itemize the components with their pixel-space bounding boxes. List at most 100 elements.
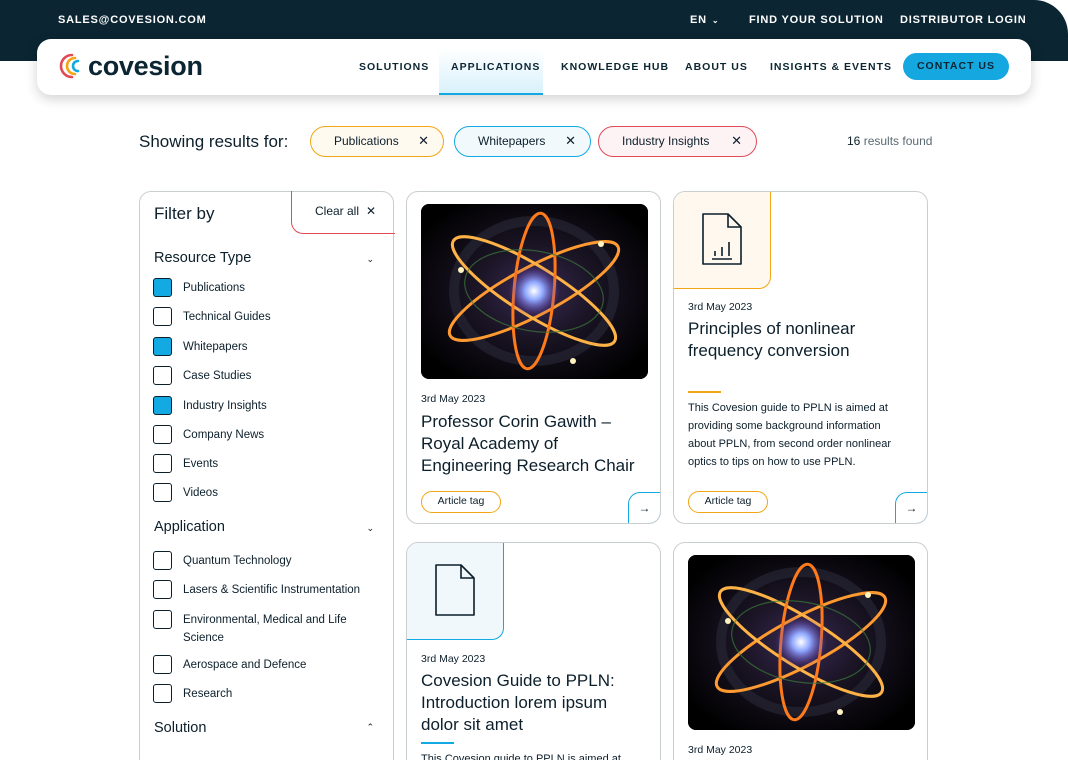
results-count-suffix: results found [863,134,933,148]
article-tag[interactable]: Article tag [688,491,768,513]
chevron-down-icon: ⌄ [711,16,720,25]
application-heading[interactable]: Application [154,519,225,535]
filter-chip-publications[interactable]: Publications ✕ [310,126,444,157]
accent-rule [421,742,454,744]
article-image [688,555,915,730]
chip-label: Whitepapers [478,134,546,148]
checkbox-industry-insights[interactable]: Industry Insights [153,396,267,415]
brand-name: covesion [88,50,203,81]
close-icon: ✕ [366,204,377,218]
checkbox-box[interactable] [153,551,172,570]
checkbox-events[interactable]: Events [153,454,218,473]
article-card[interactable]: 3rd May 2023 Professor Corin Gawith – Ro… [406,191,661,524]
showing-results-label: Showing results for: [139,132,289,151]
results-count: 16 results found [847,134,932,148]
chevron-down-icon[interactable]: ⌄ [366,254,374,265]
checkbox-box[interactable] [153,655,172,674]
arrow-right-icon[interactable]: → [895,492,927,523]
checkbox-environmental[interactable]: Environmental, Medical and Life Science [153,610,363,647]
results-count-number: 16 [847,134,861,148]
find-your-solution-link[interactable]: FIND YOUR SOLUTION [749,14,884,26]
article-title[interactable]: Principles of nonlinear frequency conver… [688,318,913,362]
atom-illustration [688,555,915,730]
checkbox-label: Technical Guides [183,311,271,323]
document-chart-icon [674,192,771,289]
checkbox-box[interactable] [153,684,172,703]
article-tag[interactable]: Article tag [421,491,501,513]
checkbox-research[interactable]: Research [153,684,232,703]
article-date: 3rd May 2023 [688,301,753,313]
article-card[interactable]: 3rd May 2023 Covesion Guide to PPLN: Int… [406,542,661,760]
checkbox-box[interactable] [153,278,172,297]
article-image [421,204,648,379]
checkbox-box[interactable] [153,307,172,326]
checkbox-label: Events [183,458,219,470]
checkbox-label: Company News [183,429,265,441]
solution-heading[interactable]: Solution [154,720,206,736]
checkbox-company-news[interactable]: Company News [153,425,264,444]
close-icon[interactable]: ✕ [418,127,429,155]
language-label: EN [690,14,707,26]
checkbox-label: Environmental, Medical and Life Science [183,614,347,644]
filter-panel: Filter by Clear all ✕ Resource Type ⌄ Pub… [139,191,395,760]
nav-solutions[interactable]: SOLUTIONS [359,61,429,73]
checkbox-box[interactable] [153,483,172,502]
filter-chip-whitepapers[interactable]: Whitepapers ✕ [454,126,591,157]
article-title[interactable]: Professor Corin Gawith – Royal Academy o… [421,411,646,477]
checkbox-label: Publications [183,282,246,294]
nav-applications[interactable]: APPLICATIONS [451,61,540,73]
nav-about-us[interactable]: ABOUT US [685,61,748,73]
checkbox-videos[interactable]: Videos [153,483,218,502]
article-card[interactable]: 3rd May 2023 [673,542,928,760]
article-date: 3rd May 2023 [688,744,753,756]
checkbox-aerospace[interactable]: Aerospace and Defence [153,655,306,674]
checkbox-box[interactable] [153,610,172,629]
accent-rule [688,391,721,393]
checkbox-box[interactable] [153,454,172,473]
filter-chip-industry-insights[interactable]: Industry Insights ✕ [598,126,757,157]
checkbox-label: Whitepapers [183,341,248,353]
language-selector[interactable]: EN ⌄ [690,14,719,26]
nav-knowledge-hub[interactable]: KNOWLEDGE HUB [561,61,669,73]
article-title[interactable]: Covesion Guide to PPLN: Introduction lor… [421,670,646,736]
checkbox-label: Quantum Technology [183,555,292,567]
atom-illustration [421,204,648,379]
checkbox-publications[interactable]: Publications [153,278,245,297]
checkbox-label: Research [183,688,233,700]
covesion-logo[interactable]: covesion [57,51,203,81]
checkbox-box[interactable] [153,366,172,385]
contact-us-button[interactable]: CONTACT US [903,53,1009,80]
distributor-login-link[interactable]: DISTRIBUTOR LOGIN [900,14,1026,26]
clear-all-button[interactable]: Clear all ✕ [291,191,395,234]
article-description: This Covesion guide to PPLN is aimed at … [688,402,892,468]
clear-all-label: Clear all [315,204,360,218]
main-navigation: covesion SOLUTIONS APPLICATIONS KNOWLEDG… [37,39,1031,95]
checkbox-box[interactable] [153,580,172,599]
checkbox-label: Industry Insights [183,400,267,412]
close-icon[interactable]: ✕ [565,127,576,155]
resource-type-heading[interactable]: Resource Type [154,250,251,266]
nav-insights-events[interactable]: INSIGHTS & EVENTS [770,61,892,73]
checkbox-technical-guides[interactable]: Technical Guides [153,307,271,326]
article-card[interactable]: 3rd May 2023 Principles of nonlinear fre… [673,191,928,524]
article-description: This Covesion guide to PPLN is aimed at [421,753,621,760]
sales-email-link[interactable]: SALES@COVESION.COM [58,14,207,26]
checkbox-quantum-technology[interactable]: Quantum Technology [153,551,291,570]
checkbox-label: Lasers & Scientific Instrumentation [183,584,361,596]
checkbox-label: Aerospace and Defence [183,659,307,671]
close-icon[interactable]: ✕ [731,127,742,155]
chevron-up-icon[interactable]: ⌃ [366,722,374,733]
arrow-right-icon[interactable]: → [628,492,660,523]
checkbox-whitepapers[interactable]: Whitepapers [153,337,248,356]
chip-label: Industry Insights [622,134,710,148]
chevron-down-icon[interactable]: ⌄ [366,523,374,534]
filter-title: Filter by [154,204,215,223]
checkbox-box[interactable] [153,425,172,444]
checkbox-case-studies[interactable]: Case Studies [153,366,251,385]
checkbox-label: Case Studies [183,370,252,382]
checkbox-box[interactable] [153,337,172,356]
checkbox-lasers[interactable]: Lasers & Scientific Instrumentation [153,580,360,599]
checkbox-box[interactable] [153,396,172,415]
document-icon [407,543,504,640]
article-date: 3rd May 2023 [421,653,486,665]
